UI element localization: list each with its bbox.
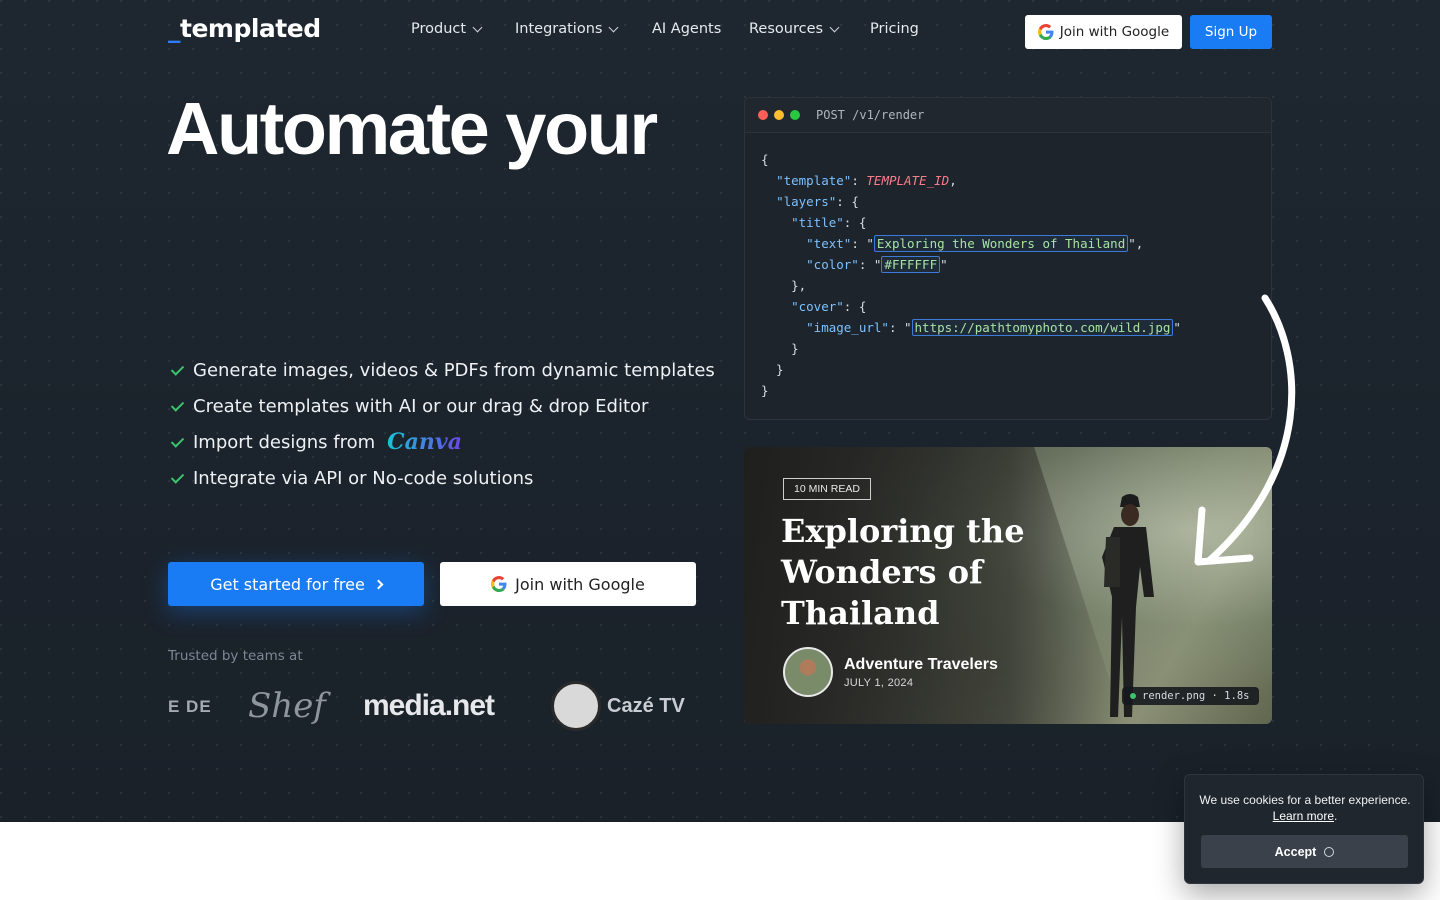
render-status-text: render.png · 1.8s	[1142, 690, 1250, 702]
nav-resources[interactable]: Resources	[749, 21, 870, 37]
logo-cazetv-text: Cazé TV	[607, 695, 685, 717]
cookie-icon	[1324, 846, 1335, 857]
render-status-tag: render.png · 1.8s	[1122, 687, 1260, 705]
logo-shef: Shef	[248, 686, 326, 726]
chevron-down-icon	[472, 22, 483, 32]
nav-resources-label: Resources	[749, 21, 824, 37]
accept-label: Accept	[1274, 844, 1317, 859]
status-dot-icon	[1130, 693, 1136, 699]
check-icon	[170, 435, 185, 450]
canva-logo: Canva	[387, 429, 462, 455]
join-google-button-header[interactable]: Join with Google	[1025, 15, 1182, 49]
get-started-label: Get started for free	[210, 574, 365, 594]
chevron-down-icon	[829, 22, 840, 32]
nav-ai-agents-label: AI Agents	[652, 21, 722, 37]
author-avatar	[783, 647, 833, 697]
logo-medianet: media.net	[363, 689, 495, 722]
feature-item: Import designs from Canva	[170, 424, 715, 460]
accept-cookies-button[interactable]: Accept	[1201, 835, 1408, 868]
cazetv-mascot-icon	[551, 681, 601, 731]
customer-logos: E DE Shef media.net Cazé TV	[168, 670, 696, 742]
code-key: "cover"	[791, 299, 844, 314]
brand-logo[interactable]: _templated	[168, 14, 321, 43]
window-minimize-dot	[774, 110, 784, 120]
check-icon	[170, 363, 185, 378]
join-google-label: Join with Google	[515, 574, 645, 594]
check-icon	[170, 471, 185, 486]
nav-integrations-label: Integrations	[515, 21, 603, 37]
feature-list: Generate images, videos & PDFs from dyna…	[170, 352, 715, 496]
logo-underscore: _	[168, 14, 181, 43]
google-icon	[491, 576, 507, 592]
nav-product-label: Product	[411, 21, 467, 37]
sign-up-label: Sign Up	[1204, 24, 1258, 40]
code-key: "template"	[776, 173, 852, 188]
hero-headline: Automate your	[166, 87, 658, 170]
render-preview-image: 10 MIN READ Exploring the Wonders of Tha…	[744, 447, 1272, 724]
nav-pricing-label: Pricing	[870, 21, 919, 37]
feature-text: Create templates with AI or our drag & d…	[193, 395, 649, 417]
code-key: "title"	[791, 215, 844, 230]
preview-title: Exploring the Wonders of Thailand	[781, 512, 1025, 632]
feature-text: Import designs from	[193, 431, 376, 453]
code-string-field[interactable]: https://pathtomyphoto.com/wild.jpg	[911, 319, 1174, 336]
chevron-down-icon	[609, 22, 619, 32]
code-body: { "template": TEMPLATE_ID, "layers": { "…	[761, 152, 1181, 398]
feature-item: Generate images, videos & PDFs from dyna…	[170, 352, 715, 388]
get-started-button[interactable]: Get started for free	[168, 562, 424, 606]
window-maximize-dot	[790, 110, 800, 120]
code-value: TEMPLATE_ID	[866, 173, 950, 188]
code-key: "color"	[806, 257, 859, 272]
learn-more-link[interactable]: Learn more	[1273, 809, 1334, 823]
nav-ai-agents[interactable]: AI Agents	[652, 21, 749, 37]
code-string-field[interactable]: Exploring the Wonders of Thailand	[873, 235, 1129, 252]
join-google-label: Join with Google	[1059, 24, 1170, 40]
google-icon	[1037, 24, 1054, 40]
sign-up-button[interactable]: Sign Up	[1190, 15, 1272, 49]
cookie-message: We use cookies for a better experience. …	[1199, 793, 1411, 823]
logo-text: templated	[180, 14, 321, 43]
check-icon	[170, 399, 185, 414]
feature-text: Generate images, videos & PDFs from dyna…	[193, 359, 715, 381]
join-google-button-hero[interactable]: Join with Google	[440, 562, 696, 606]
api-code-panel: POST /v1/render { "template": TEMPLATE_I…	[744, 97, 1272, 420]
window-close-dot	[758, 110, 768, 120]
cookie-message-text: We use cookies for a better experience.	[1199, 793, 1411, 807]
code-key: "image_url"	[806, 320, 889, 335]
code-key: "text"	[806, 236, 852, 251]
code-key: "layers"	[776, 194, 837, 209]
nav-product[interactable]: Product	[411, 21, 515, 37]
read-time-badge: 10 MIN READ	[783, 478, 871, 500]
nav-integrations[interactable]: Integrations	[515, 21, 652, 37]
feature-item: Integrate via API or No-code solutions	[170, 460, 715, 496]
nav-pricing[interactable]: Pricing	[870, 21, 919, 37]
trusted-label: Trusted by teams at	[168, 648, 303, 664]
cookie-banner: We use cookies for a better experience. …	[1184, 774, 1424, 884]
feature-text: Integrate via API or No-code solutions	[193, 467, 534, 489]
code-string-field[interactable]: #FFFFFF	[881, 256, 941, 273]
author-name: Adventure Travelers	[844, 656, 998, 673]
logo-partial: E DE	[168, 696, 212, 716]
logo-cazetv: Cazé TV	[551, 681, 685, 731]
hero-section: _templated Product Integrations AI Agent…	[0, 0, 1440, 822]
main-nav: Product Integrations AI Agents Resources…	[411, 21, 919, 37]
chevron-right-icon	[373, 579, 384, 589]
api-endpoint: POST /v1/render	[816, 108, 925, 122]
publish-date: JULY 1, 2024	[844, 677, 914, 689]
code-panel-header: POST /v1/render	[745, 98, 1271, 133]
feature-item: Create templates with AI or our drag & d…	[170, 388, 715, 424]
